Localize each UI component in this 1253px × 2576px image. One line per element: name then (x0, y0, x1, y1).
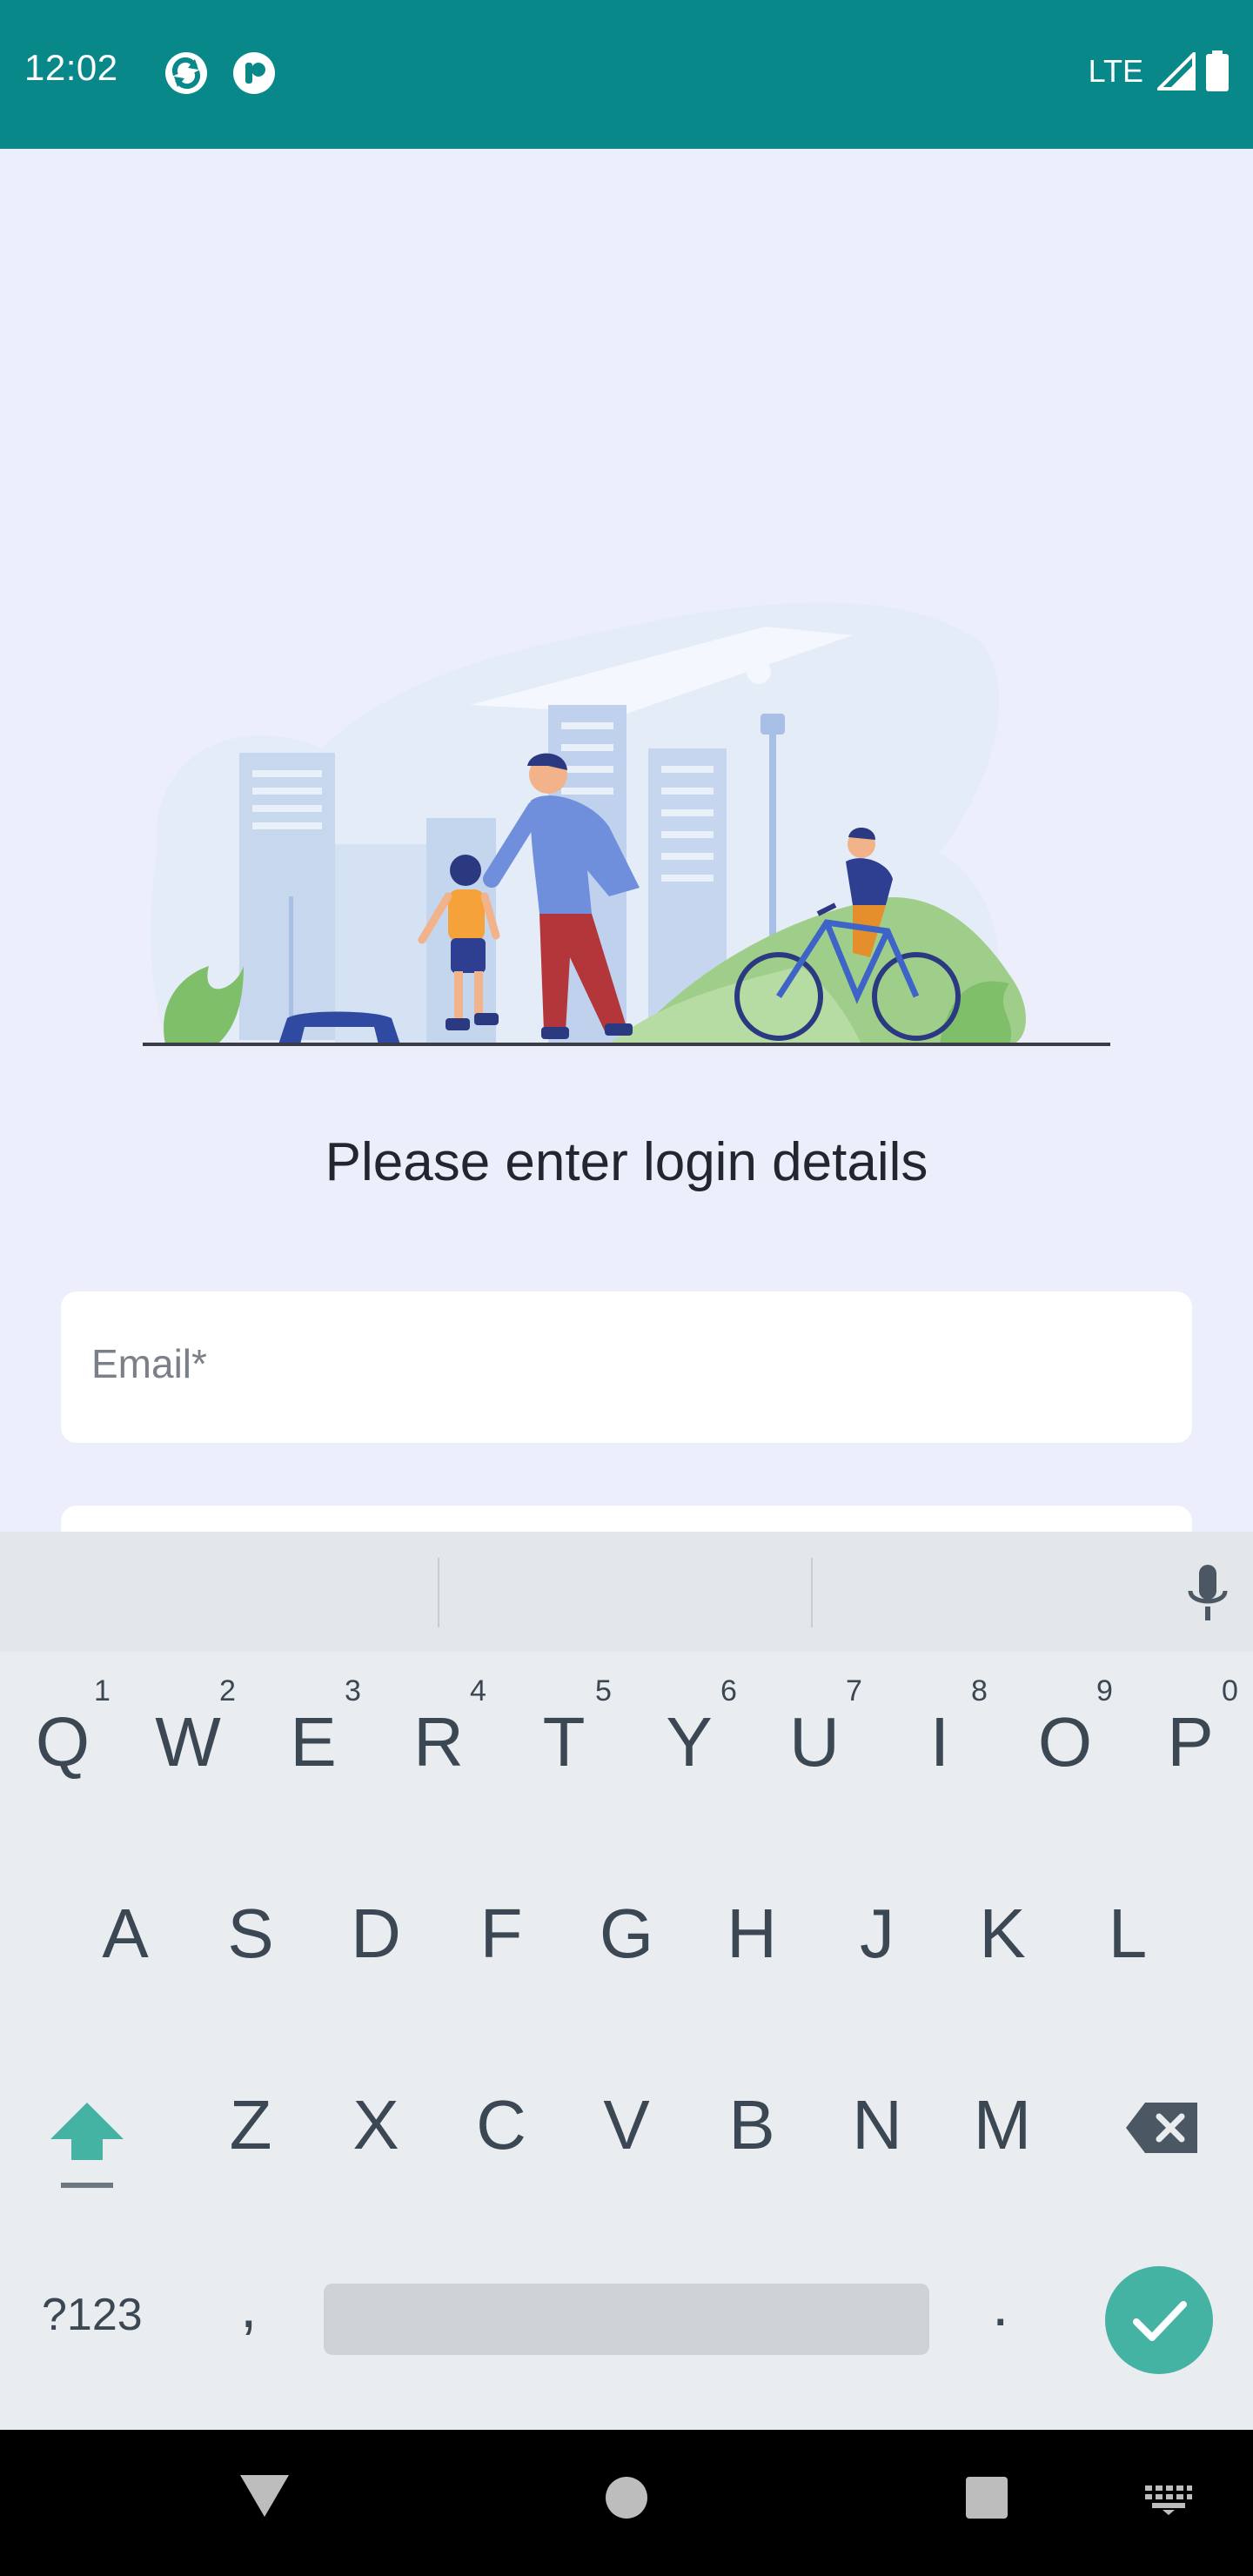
done-key[interactable] (1105, 2266, 1213, 2374)
keyboard-switch-icon[interactable] (1143, 2484, 1194, 2515)
battery-icon (1206, 50, 1229, 91)
key-hint-3: 3 (345, 1674, 361, 1707)
key-t[interactable]: T (512, 1702, 616, 1782)
key-q[interactable]: Q (10, 1702, 115, 1782)
home-icon[interactable] (604, 2475, 649, 2520)
key-d[interactable]: D (324, 1894, 428, 1974)
key-n[interactable]: N (825, 2085, 929, 2165)
key-hint-7: 7 (846, 1674, 862, 1707)
key-hint-9: 9 (1096, 1674, 1113, 1707)
signal-icon (1157, 52, 1196, 91)
status-time: 12:02 (24, 47, 118, 88)
period-key[interactable]: . (992, 2270, 1008, 2339)
key-hint-4: 4 (470, 1674, 486, 1707)
email-placeholder: Email* (91, 1341, 207, 1386)
key-a[interactable]: A (73, 1894, 178, 1974)
city-family-illustration (143, 602, 1110, 1046)
key-x[interactable]: X (324, 2085, 428, 2165)
key-c[interactable]: C (449, 2085, 553, 2165)
key-r[interactable]: R (386, 1702, 491, 1782)
key-h[interactable]: H (700, 1894, 804, 1974)
key-v[interactable]: V (574, 2085, 679, 2165)
shift-icon[interactable] (47, 2097, 127, 2193)
key-w[interactable]: W (136, 1702, 240, 1782)
backspace-icon[interactable] (1124, 2099, 1201, 2157)
navigation-bar (0, 2430, 1253, 2576)
key-hint-6: 6 (720, 1674, 737, 1707)
app-notification-icon (233, 52, 275, 94)
symbols-key[interactable]: ?123 (42, 2289, 143, 2341)
key-m[interactable]: M (950, 2085, 1055, 2165)
checkmark-icon (1133, 2301, 1187, 2341)
key-l[interactable]: L (1075, 1894, 1180, 1974)
key-hint-1: 1 (94, 1674, 111, 1707)
key-o[interactable]: O (1013, 1702, 1117, 1782)
network-label: LTE (1088, 53, 1143, 89)
key-hint-5: 5 (595, 1674, 612, 1707)
key-z[interactable]: Z (198, 2085, 303, 2165)
recents-icon[interactable] (964, 2475, 1009, 2520)
key-p[interactable]: P (1138, 1702, 1243, 1782)
suggestion-bar (0, 1532, 1253, 1652)
page-title: Please enter login details (325, 1132, 928, 1192)
key-i[interactable]: I (888, 1702, 992, 1782)
email-field[interactable]: Email* (61, 1291, 1192, 1443)
key-hint-2: 2 (219, 1674, 236, 1707)
key-e[interactable]: E (261, 1702, 365, 1782)
status-bar: 12:02 LTE (0, 0, 1253, 149)
key-j[interactable]: J (825, 1894, 929, 1974)
sync-app-icon (165, 52, 207, 94)
key-k[interactable]: K (950, 1894, 1055, 1974)
keyboard: Q1W2E3R4T5Y6U7I8O9P0 ASDFGHJKL ZXCVBNM ?… (0, 1532, 1253, 2430)
key-g[interactable]: G (574, 1894, 679, 1974)
comma-key[interactable]: , (240, 2271, 257, 2341)
microphone-icon[interactable] (1182, 1561, 1234, 1624)
key-hint-8: 8 (971, 1674, 988, 1707)
key-y[interactable]: Y (637, 1702, 741, 1782)
back-icon[interactable] (238, 2472, 291, 2520)
suggestion-divider (811, 1558, 813, 1627)
key-f[interactable]: F (449, 1894, 553, 1974)
space-key[interactable] (324, 2284, 929, 2355)
key-s[interactable]: S (198, 1894, 303, 1974)
key-b[interactable]: B (700, 2085, 804, 2165)
suggestion-divider (438, 1558, 439, 1627)
key-u[interactable]: U (762, 1702, 867, 1782)
key-hint-0: 0 (1222, 1674, 1238, 1707)
